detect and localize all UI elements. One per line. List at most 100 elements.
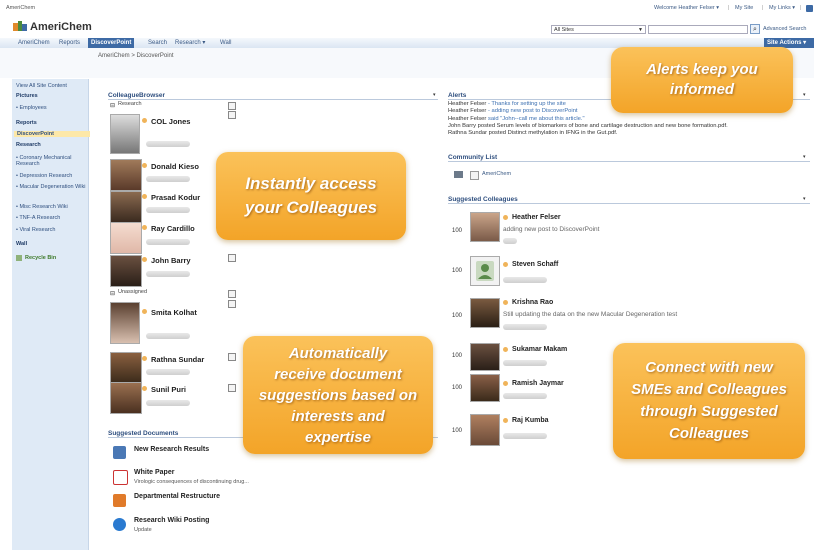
sidebar-item-depression[interactable]: • Depression Research	[16, 173, 86, 179]
tab-reports[interactable]: Reports	[56, 38, 83, 48]
avatar[interactable]	[470, 343, 500, 371]
search-icon[interactable]: ⌕	[750, 24, 760, 34]
avatar[interactable]	[110, 382, 142, 414]
colleague-name[interactable]: COL Jones	[151, 117, 190, 126]
group-edit-icon[interactable]	[228, 300, 236, 308]
sidebar-item-misc[interactable]: • Misc Research Wiki	[16, 204, 86, 210]
help-icon[interactable]	[806, 5, 813, 12]
sidebar-heading-research[interactable]: Research	[16, 142, 86, 148]
alert-item[interactable]: Heather Felser said "John--call me about…	[448, 116, 810, 123]
alert-text: - Thanks for setting up the site	[486, 101, 566, 107]
suggested-colleague-name[interactable]: Steven Schaff	[512, 261, 558, 268]
sidebar-heading-wall[interactable]: Wall	[16, 241, 86, 247]
avatar[interactable]	[470, 212, 500, 242]
document-title[interactable]: Research Wiki Posting	[134, 517, 209, 524]
match-score: 100	[452, 385, 463, 391]
contact-actions[interactable]	[146, 400, 190, 406]
colleague-name[interactable]: Ray Cardillo	[151, 224, 195, 233]
tab-americhem[interactable]: AmeriChem	[15, 38, 53, 48]
web-part-menu-icon[interactable]: ▾	[433, 92, 436, 98]
group-edit-icon[interactable]	[228, 290, 236, 298]
contact-actions[interactable]	[146, 141, 190, 147]
sidebar-item-coronary[interactable]: • Coronary Mechanical Research	[16, 155, 86, 167]
tab-research[interactable]: Research ▾	[172, 38, 208, 48]
colleague-name[interactable]: Rathna Sundar	[151, 355, 204, 364]
colleague-name[interactable]: John Barry	[151, 256, 191, 265]
avatar[interactable]	[110, 302, 140, 344]
site-top-label[interactable]: AmeriChem	[6, 5, 35, 12]
contact-actions[interactable]	[146, 369, 190, 375]
contact-actions[interactable]	[503, 393, 547, 399]
avatar-placeholder[interactable]	[470, 256, 500, 286]
sidebar-item-viral[interactable]: • Viral Research	[16, 227, 86, 233]
tab-wall[interactable]: Wall	[217, 38, 234, 48]
contact-actions[interactable]	[146, 333, 190, 339]
sidebar-item-recycle-bin[interactable]: Recycle Bin	[25, 255, 95, 261]
contact-actions[interactable]	[503, 238, 517, 244]
suggested-colleague-name[interactable]: Krishna Rao	[512, 299, 553, 306]
collapse-icon[interactable]: ⊟	[110, 102, 115, 109]
document-title[interactable]: Departmental Restructure	[134, 493, 220, 500]
welcome-menu[interactable]: Welcome Heather Felser ▾	[654, 5, 719, 12]
alert-item[interactable]: John Barry posted Serum levels of biomar…	[448, 123, 810, 130]
contact-actions[interactable]	[146, 176, 190, 182]
web-part-menu-icon[interactable]: ▾	[803, 92, 806, 98]
my-site-link[interactable]: My Site	[735, 5, 753, 12]
colleague-name[interactable]: Smita Kolhat	[151, 308, 197, 317]
colleague-edit-icon[interactable]	[228, 384, 236, 392]
alert-item[interactable]: Rathna Sundar posted Distinct methylatio…	[448, 130, 810, 137]
presence-icon	[142, 118, 147, 123]
sidebar-item-employees[interactable]: • Employees	[16, 105, 86, 111]
document-title[interactable]: New Research Results	[134, 446, 209, 453]
suggested-colleague-name[interactable]: Heather Felser	[512, 214, 561, 221]
advanced-search-link[interactable]: Advanced Search	[763, 26, 806, 33]
web-part-menu-icon[interactable]: ▾	[803, 196, 806, 202]
colleague-edit-icon[interactable]	[228, 254, 236, 262]
presence-icon	[142, 257, 147, 262]
avatar[interactable]	[110, 222, 142, 254]
contact-actions[interactable]	[146, 207, 190, 213]
avatar[interactable]	[470, 374, 500, 402]
web-part-menu-icon[interactable]: ▾	[803, 154, 806, 160]
my-links-menu[interactable]: My Links ▾	[769, 5, 795, 12]
breadcrumb[interactable]: AmeriChem > DiscoverPoint	[98, 53, 174, 60]
tab-search[interactable]: Search	[145, 38, 170, 48]
avatar[interactable]	[110, 255, 142, 287]
colleague-name[interactable]: Donald Kieso	[151, 162, 199, 171]
contact-actions[interactable]	[146, 239, 190, 245]
avatar[interactable]	[470, 414, 500, 446]
document-title[interactable]: White Paper	[134, 469, 174, 476]
sidebar-item-discoverpoint[interactable]: DiscoverPoint	[14, 131, 90, 137]
suggested-colleague-name[interactable]: Sukamar Makam	[512, 346, 567, 353]
match-score: 100	[452, 353, 463, 359]
view-all-content-link[interactable]: View All Site Content	[16, 83, 86, 89]
group-edit-icon[interactable]	[228, 111, 236, 119]
suggested-colleague-name[interactable]: Ramish Jaymar	[512, 380, 564, 387]
contact-actions[interactable]	[503, 360, 547, 366]
colleague-name[interactable]: Prasad Kodur	[151, 193, 200, 202]
presence-icon	[142, 309, 147, 314]
avatar[interactable]	[110, 159, 142, 191]
colleague-name[interactable]: Sunil Puri	[151, 385, 186, 394]
sidebar-heading-reports[interactable]: Reports	[16, 120, 86, 126]
contact-actions[interactable]	[503, 433, 547, 439]
tab-discoverpoint[interactable]: DiscoverPoint	[88, 38, 135, 48]
search-input[interactable]	[648, 25, 748, 34]
colleague-edit-icon[interactable]	[228, 353, 236, 361]
collapse-icon[interactable]: ⊟	[110, 290, 115, 297]
sidebar-heading-pictures[interactable]: Pictures	[16, 93, 86, 99]
contact-actions[interactable]	[146, 271, 190, 277]
contact-actions[interactable]	[503, 277, 547, 283]
suggested-colleague-name[interactable]: Raj Kumba	[512, 417, 549, 424]
avatar[interactable]	[110, 114, 140, 154]
callout-line: suggestions based on	[258, 386, 418, 404]
group-edit-icon[interactable]	[228, 102, 236, 110]
avatar[interactable]	[110, 352, 142, 384]
search-scope-select[interactable]: All Sites ▼	[551, 25, 646, 34]
avatar[interactable]	[470, 298, 500, 328]
contact-actions[interactable]	[503, 324, 547, 330]
sidebar-item-tnfa[interactable]: • TNF-A Research	[16, 215, 86, 221]
avatar[interactable]	[110, 191, 142, 223]
community-link[interactable]: AmeriChem	[482, 171, 511, 178]
sidebar-item-macular[interactable]: • Macular Degeneration Wiki	[16, 184, 86, 190]
